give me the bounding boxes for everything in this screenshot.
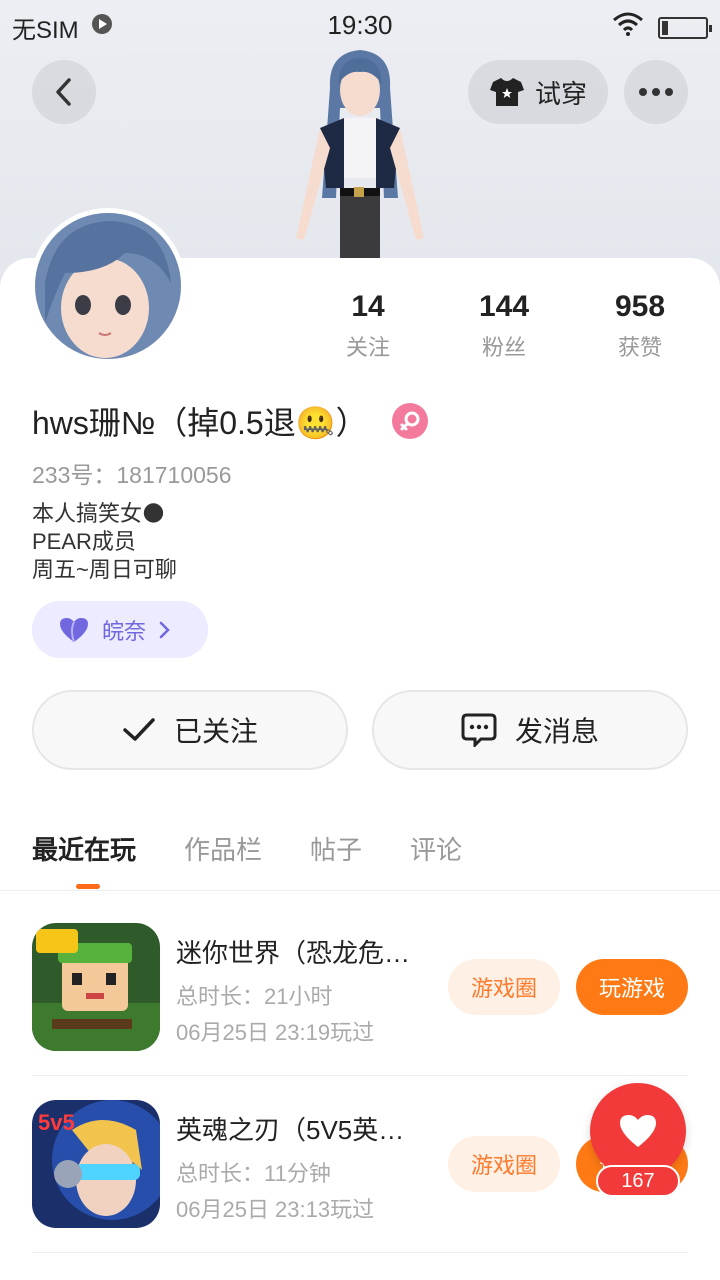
stat-label: 粉丝 <box>481 335 526 360</box>
try-on-label: 试穿 <box>534 78 587 109</box>
list-divider <box>32 1075 688 1076</box>
username-row: hws珊№（掉0.5退🤐） <box>32 398 428 444</box>
tab-recent-played[interactable]: 最近在玩 <box>32 830 136 867</box>
list-divider <box>32 1252 688 1253</box>
game-last-played: 06月25日 23:19玩过 <box>176 1020 375 1045</box>
stat-label: 关注 <box>345 335 390 360</box>
more-dots-icon <box>639 88 673 96</box>
tab-comments[interactable]: 评论 <box>410 830 462 867</box>
game-duration: 总时长：11分钟 <box>176 1161 331 1186</box>
wifi-icon <box>612 12 644 43</box>
battery-icon <box>658 16 712 39</box>
message-icon <box>461 713 497 747</box>
followed-label: 已关注 <box>173 716 258 747</box>
heart-icon <box>60 617 88 642</box>
stat-following[interactable]: 14 关注 <box>300 290 436 362</box>
chevron-right-icon <box>159 621 170 638</box>
chevron-left-icon <box>56 78 71 106</box>
game-duration: 总时长：21小时 <box>176 984 333 1009</box>
try-on-button[interactable]: 试穿 <box>468 60 608 124</box>
game-icon-mini-world <box>32 923 160 1051</box>
stat-likes[interactable]: 958 获赞 <box>572 290 708 362</box>
game-title: 迷你世界（恐龙危… <box>176 938 411 968</box>
profile-tabs: 最近在玩 作品栏 帖子 评论 <box>32 830 462 867</box>
game-list-item[interactable]: 5v5 英魂之刃（5V5英… 总时长：11分钟 06月25日 23:13玩过 游… <box>32 1100 688 1228</box>
game-icon-hero-blade: 5v5 <box>32 1100 160 1228</box>
user-id: 233号：181710056 <box>32 462 232 488</box>
avatar-figure-illustration <box>296 50 424 268</box>
status-right <box>612 12 712 43</box>
tab-works[interactable]: 作品栏 <box>184 830 262 867</box>
stat-value: 144 <box>478 290 530 323</box>
send-message-button[interactable]: 发消息 <box>372 690 688 770</box>
back-button[interactable] <box>32 60 96 124</box>
status-bar: 无SIM 19:30 <box>0 0 720 50</box>
username: hws珊№（掉0.5退🤐） <box>32 405 368 441</box>
stat-value: 14 <box>351 290 385 323</box>
avatar[interactable] <box>30 208 186 364</box>
svg-text:5v5: 5v5 <box>38 1110 75 1135</box>
stat-followers[interactable]: 144 粉丝 <box>436 290 572 362</box>
bio-line: 本人搞笑女🌑 <box>32 501 165 526</box>
stat-value: 958 <box>614 290 666 323</box>
active-tab-indicator <box>76 884 100 889</box>
tab-divider <box>0 890 720 891</box>
bio: 本人搞笑女🌑 PEAR成员 周五~周日可聊 <box>32 500 177 584</box>
tag-label: 皖奈 <box>102 618 147 644</box>
heart-icon <box>620 1115 656 1147</box>
avatar-image <box>35 213 181 359</box>
avatar-face-illustration <box>35 213 181 359</box>
tab-posts[interactable]: 帖子 <box>310 830 362 867</box>
female-gender-icon <box>391 403 428 439</box>
like-count: 167 <box>596 1165 680 1197</box>
shirt-icon <box>489 78 524 106</box>
stat-label: 获赞 <box>617 335 662 360</box>
game-title: 英魂之刃（5V5英… <box>176 1115 405 1145</box>
send-message-label: 发消息 <box>514 716 599 747</box>
relationship-tag-chip[interactable]: 皖奈 <box>32 601 208 658</box>
check-icon <box>123 718 155 741</box>
more-button[interactable] <box>624 60 688 124</box>
game-circle-button[interactable]: 游戏圈 <box>448 1136 560 1192</box>
game-last-played: 06月25日 23:13玩过 <box>176 1197 375 1222</box>
profile-stats: 14 关注 144 粉丝 958 获赞 <box>300 290 720 362</box>
game-circle-button[interactable]: 游戏圈 <box>448 959 560 1015</box>
followed-button[interactable]: 已关注 <box>32 690 348 770</box>
play-game-button[interactable]: 玩游戏 <box>576 959 688 1015</box>
bio-line: PEAR成员 <box>32 529 136 554</box>
bio-line: 周五~周日可聊 <box>32 557 177 582</box>
game-list-item[interactable]: 迷你世界（恐龙危… 总时长：21小时 06月25日 23:19玩过 游戏圈 玩游… <box>32 923 688 1051</box>
